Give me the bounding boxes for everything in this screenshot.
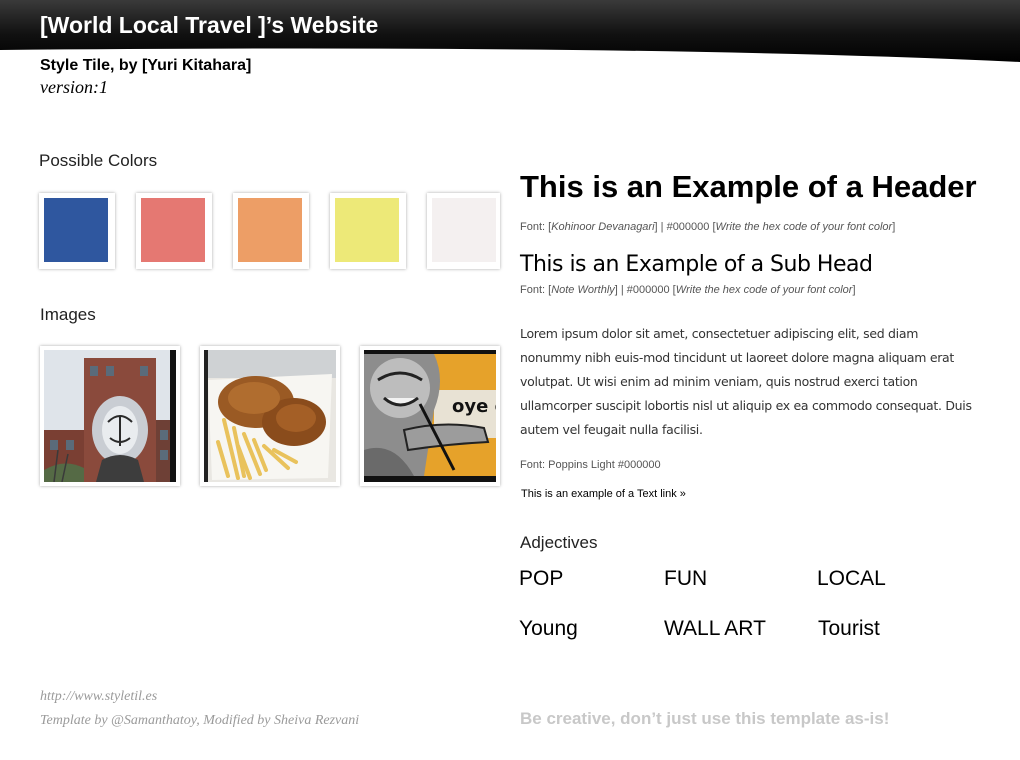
header-sample: This is an Example of a Header xyxy=(520,169,977,204)
color-swatch-coral xyxy=(136,193,212,269)
photo-mural-building xyxy=(40,346,180,486)
color-swatch-yellow xyxy=(330,193,406,269)
template-advice-note: Be creative, don’t just use this templat… xyxy=(520,709,890,728)
text-link-sample[interactable]: This is an example of a Text link » xyxy=(521,488,686,500)
color-swatch-off-white xyxy=(427,193,500,269)
adjective-item: FUN xyxy=(664,567,708,590)
fried-chicken-image xyxy=(204,350,336,482)
swatch-fill xyxy=(432,198,496,262)
body-text-sample: Lorem ipsum dolor sit amet, consectetuer… xyxy=(520,326,972,437)
adjective-item: Tourist xyxy=(818,617,880,640)
svg-text:oye co: oye co xyxy=(452,396,496,417)
color-swatch-orange xyxy=(233,193,309,269)
colors-section-title: Possible Colors xyxy=(39,151,158,170)
style-tile-byline: Style Tile, by [Yuri Kitahara] xyxy=(40,57,252,74)
street-art-image: oye co xyxy=(364,350,496,482)
version-label: version:1 xyxy=(40,77,108,97)
images-section-title: Images xyxy=(40,305,96,324)
color-swatch-blue xyxy=(39,193,115,269)
adjective-item: POP xyxy=(519,567,564,590)
styletiles-url: http://www.styletil.es xyxy=(40,689,158,704)
body-font-note: Font: Poppins Light #000000 xyxy=(520,459,661,471)
site-title: [World Local Travel ]’s Website xyxy=(40,12,379,38)
header-banner: [World Local Travel ]’s Website xyxy=(0,0,1020,64)
swatch-fill xyxy=(335,198,399,262)
adjectives-section-title: Adjectives xyxy=(520,533,598,552)
swatch-fill xyxy=(141,198,205,262)
swatch-fill xyxy=(44,198,108,262)
template-credit: Template by @Samanthatoy, Modified by Sh… xyxy=(40,713,360,728)
mural-building-image xyxy=(44,350,176,482)
adjective-item: LOCAL xyxy=(817,567,886,590)
adjective-item: WALL ART xyxy=(664,617,766,640)
swatch-fill xyxy=(238,198,302,262)
subhead-font-note: Font: [Note Worthly] | #000000 [Write th… xyxy=(520,284,856,296)
adjective-item: Young xyxy=(519,617,578,640)
photo-fried-chicken xyxy=(200,346,340,486)
subhead-sample: This is an Example of a Sub Head xyxy=(520,252,873,277)
header-font-note: Font: [Kohinoor Devanagari] | #000000 [W… xyxy=(520,221,896,233)
photo-street-art-musician: oye co xyxy=(360,346,500,486)
